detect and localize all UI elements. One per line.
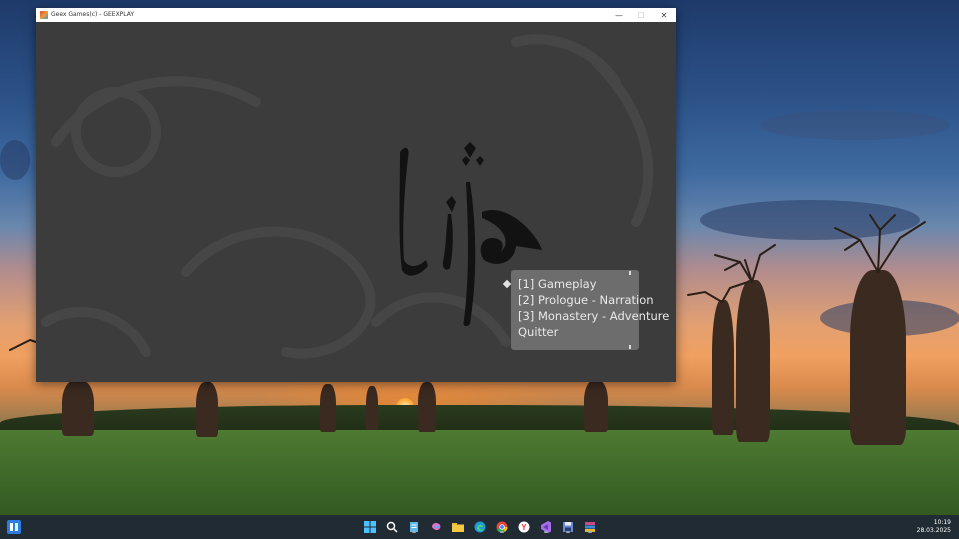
menu-item-gameplay[interactable]: [1] Gameplay — [518, 277, 597, 291]
menu-item-prologue[interactable]: [2] Prologue - Narration — [518, 293, 654, 307]
visual-studio-icon[interactable] — [539, 520, 553, 534]
close-button[interactable]: ✕ — [653, 8, 675, 22]
maximize-button[interactable]: ☐ — [630, 8, 652, 22]
app-icon — [40, 11, 48, 19]
taskbar: Y 10:19 28.03.2025 — [0, 515, 959, 539]
system-clock[interactable]: 10:19 28.03.2025 — [917, 519, 951, 535]
scroll-indicator — [629, 345, 631, 349]
running-indicator — [588, 531, 592, 533]
maximize-icon: ☐ — [637, 10, 645, 20]
close-icon: ✕ — [660, 10, 668, 20]
chrome-icon[interactable] — [495, 520, 509, 534]
svg-text:Y: Y — [521, 523, 527, 532]
notepad-icon[interactable] — [407, 520, 421, 534]
clock-date: 28.03.2025 — [916, 527, 951, 534]
running-indicator — [566, 531, 570, 533]
main-menu: [1] Gameplay [2] Prologue - Narration [3… — [511, 270, 669, 350]
edge-icon[interactable] — [473, 520, 487, 534]
clock-time: 10:19 — [933, 519, 951, 526]
minimize-icon: — — [615, 10, 623, 20]
window-title: Geex Games(c) - GEEXPLAY — [51, 11, 135, 18]
copilot-icon[interactable] — [429, 520, 443, 534]
archive-icon[interactable] — [583, 520, 597, 534]
search-icon[interactable] — [385, 520, 399, 534]
start-icon[interactable] — [363, 520, 377, 534]
game-window: Geex Games(c) - GEEXPLAY — ☐ ✕ [1] Gamep… — [36, 8, 676, 382]
minimize-button[interactable]: — — [608, 8, 630, 22]
yandex-icon[interactable]: Y — [517, 520, 531, 534]
running-indicator — [544, 531, 548, 533]
game-canvas[interactable]: [1] Gameplay [2] Prologue - Narration [3… — [36, 22, 676, 382]
window-titlebar[interactable]: Geex Games(c) - GEEXPLAY — ☐ ✕ — [36, 8, 676, 22]
running-indicator — [412, 531, 416, 533]
file-explorer-icon[interactable] — [451, 520, 465, 534]
save-disk-icon[interactable] — [561, 520, 575, 534]
menu-item-quit[interactable]: Quitter — [518, 325, 558, 339]
scroll-indicator — [629, 271, 631, 275]
running-indicator — [500, 531, 504, 533]
widgets-icon[interactable] — [7, 520, 21, 534]
menu-item-monastery[interactable]: [3] Monastery - Adventure — [518, 309, 669, 323]
